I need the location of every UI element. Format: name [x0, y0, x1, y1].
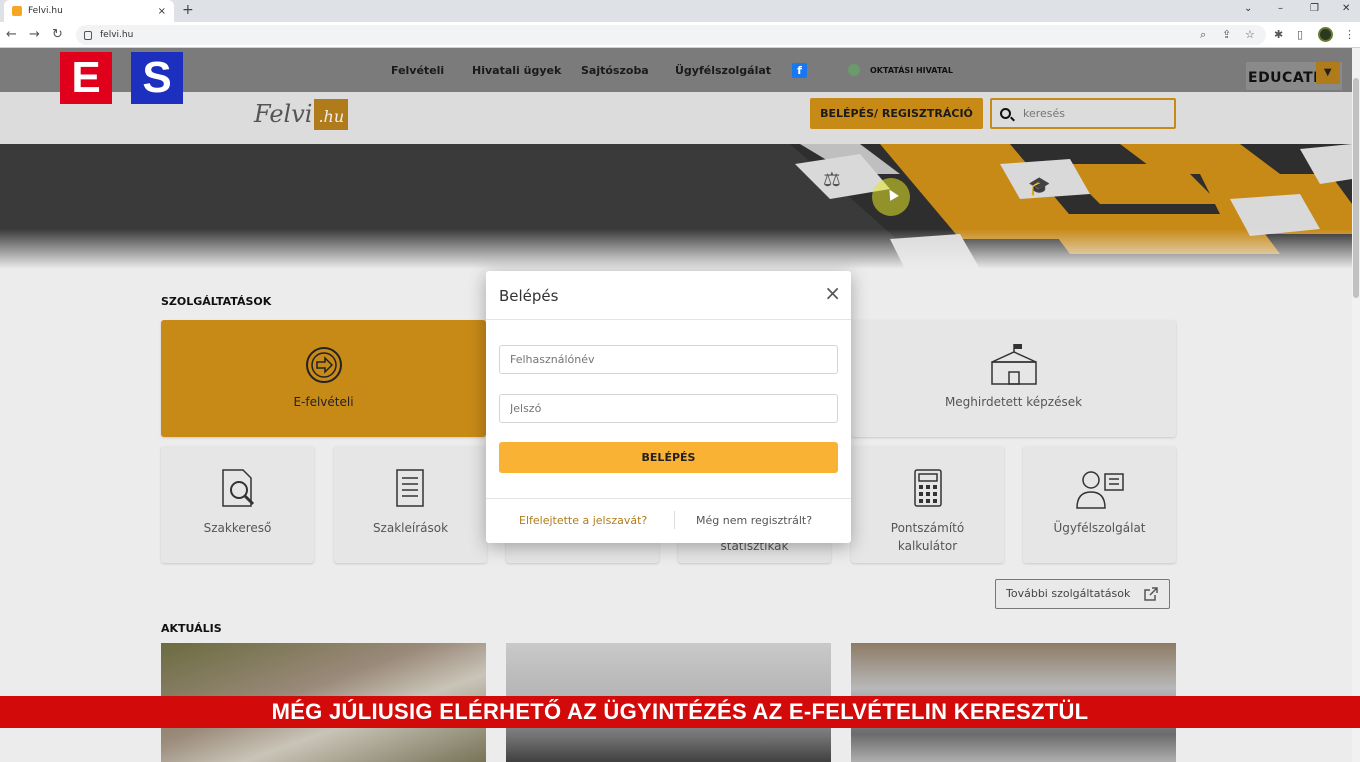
card-szakkereso[interactable]: Szakkereső	[161, 446, 314, 563]
tab-search-icon[interactable]: ⌄	[1244, 3, 1252, 14]
forward-icon[interactable]: →	[29, 27, 40, 42]
page-scrollbar[interactable]	[1352, 48, 1360, 762]
oktatasi-hivatal-link[interactable]: OKTATÁSI HIVATAL	[870, 66, 953, 75]
password-field[interactable]	[499, 394, 838, 423]
register-link[interactable]: Még nem regisztrált?	[696, 514, 812, 527]
card-label: Ügyfélszolgálat	[1053, 521, 1146, 535]
services-title: SZOLGÁLTATÁSOK	[161, 295, 272, 308]
educatio-logo[interactable]: EDUCATIO ▼	[1246, 62, 1342, 90]
modal-title: Belépés	[499, 287, 559, 305]
login-submit-button[interactable]: BELÉPÉS	[499, 442, 838, 473]
side-panel-icon[interactable]: ▯	[1297, 28, 1303, 41]
customer-service-icon	[1076, 471, 1124, 509]
link-separator	[674, 511, 675, 529]
facebook-icon[interactable]: f	[792, 63, 807, 78]
forgot-password-link[interactable]: Elfelejtette a jelszavát?	[519, 514, 647, 527]
nav-felveteli[interactable]: Felvételi	[391, 64, 444, 77]
back-icon[interactable]: ←	[6, 27, 17, 42]
reload-icon[interactable]: ↻	[52, 27, 63, 42]
bookmark-star-icon[interactable]: ☆	[1245, 28, 1255, 41]
zoom-icon[interactable]: ⌕	[1200, 28, 1206, 42]
nav-sajtoszoba[interactable]: Sajtószoba	[581, 64, 649, 77]
external-link-icon	[1144, 587, 1158, 601]
channel-logo-e: E	[60, 52, 112, 104]
url-text: felvi.hu	[100, 30, 134, 40]
lock-icon	[84, 30, 92, 40]
card-ugyfelszolgalat[interactable]: Ügyfélszolgálat	[1023, 446, 1176, 563]
search-icon	[1000, 108, 1011, 119]
card-label: Szakleírások	[372, 521, 449, 535]
top-navigation: Felvételi Hivatali ügyek Sajtószoba Ügyf…	[0, 48, 1352, 92]
browser-tabbar: Felvi.hu × + ⌄ – ❐ ✕	[0, 0, 1360, 22]
hero-banner: ⚖ 🎓	[0, 144, 1352, 269]
browser-tab[interactable]: Felvi.hu ×	[4, 0, 174, 22]
profile-avatar[interactable]	[1318, 27, 1333, 42]
hero-fade	[0, 229, 1352, 269]
restore-button[interactable]: ❐	[1310, 3, 1319, 14]
close-icon[interactable]: ×	[824, 283, 841, 303]
card-meghirdetett-kepzesek[interactable]: Meghirdetett képzések	[851, 320, 1176, 437]
svg-text:🎓: 🎓	[1028, 176, 1050, 197]
felvi-logo[interactable]: Felvi .hu	[254, 99, 349, 130]
svg-text:⚖: ⚖	[823, 167, 841, 191]
search-box[interactable]	[990, 98, 1176, 129]
card-label: Szakkereső	[203, 521, 272, 535]
arrow-circle-icon	[306, 347, 342, 383]
calculator-icon	[914, 469, 942, 507]
oktatasi-hivatal-logo-icon	[848, 64, 860, 76]
window-close-button[interactable]: ✕	[1342, 3, 1350, 14]
login-modal: Belépés × BELÉPÉS Elfelejtette a jelszav…	[486, 271, 851, 543]
logo-suffix: .hu	[314, 99, 349, 130]
channel-logo-s: S	[131, 52, 183, 104]
card-pontszamito[interactable]: Pontszámító kalkulátor	[851, 446, 1004, 563]
login-register-button[interactable]: BELÉPÉS/ REGISZTRÁCIÓ	[810, 98, 983, 129]
card-label-line2: kalkulátor	[897, 539, 958, 553]
school-building-icon	[991, 344, 1037, 385]
modal-divider	[486, 498, 851, 499]
more-services-button[interactable]: További szolgáltatások	[995, 579, 1170, 609]
card-szakleirasok[interactable]: Szakleírások	[334, 446, 487, 563]
card-label: Meghirdetett képzések	[944, 395, 1083, 409]
educatio-dropdown-icon[interactable]: ▼	[1316, 62, 1340, 84]
username-field[interactable]	[499, 345, 838, 374]
nav-hivatali-ugyek[interactable]: Hivatali ügyek	[472, 64, 561, 77]
url-field[interactable]: felvi.hu	[76, 25, 1266, 45]
card-e-felveteli[interactable]: E-felvételi	[161, 320, 486, 437]
news-ticker-banner: MÉG JÚLIUSIG ELÉRHETŐ AZ ÜGYINTÉZÉS AZ E…	[0, 696, 1360, 728]
tab-close-icon[interactable]: ×	[158, 6, 166, 17]
minimize-button[interactable]: –	[1278, 3, 1283, 14]
favicon-icon	[12, 6, 22, 16]
share-icon[interactable]: ⇪	[1222, 28, 1231, 41]
document-search-icon	[222, 469, 255, 507]
more-services-label: További szolgáltatások	[1006, 587, 1131, 600]
news-title: AKTUÁLIS	[161, 622, 222, 635]
extensions-icon[interactable]: ✱	[1274, 28, 1283, 41]
logo-text: Felvi	[254, 100, 313, 128]
address-bar: ← → ↻ felvi.hu ⌕ ⇪ ☆ ✱ ▯ ⋮	[0, 22, 1360, 48]
card-label: E-felvételi	[293, 395, 354, 409]
tab-title: Felvi.hu	[28, 6, 63, 16]
scrollbar-thumb[interactable]	[1353, 78, 1359, 298]
browser-menu-icon[interactable]: ⋮	[1344, 28, 1355, 41]
nav-ugyfelszolgalat[interactable]: Ügyfélszolgálat	[675, 64, 771, 77]
modal-divider	[486, 319, 851, 320]
search-input[interactable]	[1023, 107, 1153, 120]
card-label-line1: Pontszámító	[890, 521, 965, 535]
new-tab-button[interactable]: +	[182, 2, 194, 18]
document-list-icon	[396, 469, 424, 507]
